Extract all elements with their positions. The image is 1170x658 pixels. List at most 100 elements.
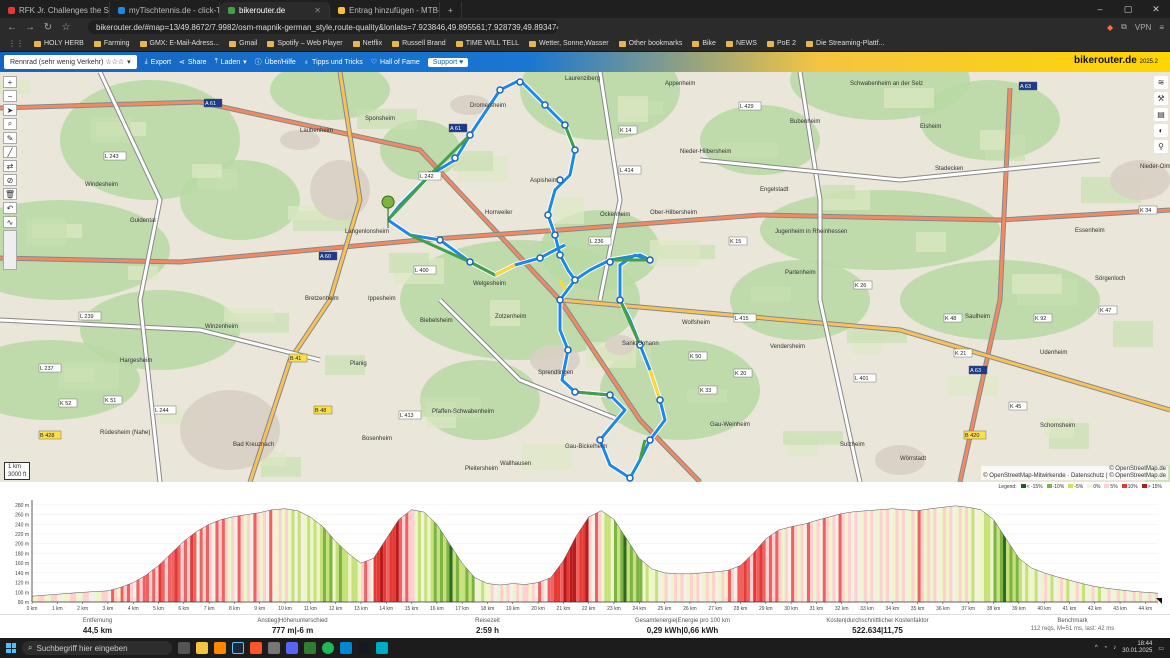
vlc-icon[interactable] [214,642,226,654]
new-tab-button[interactable]: + [440,2,462,18]
marker-icon[interactable]: ⚲ [1154,140,1168,153]
app-icon[interactable] [340,642,352,654]
table-icon[interactable]: ▤ [1154,108,1168,121]
wrench-icon[interactable]: ⚒ [1154,92,1168,105]
route-waypoint[interactable] [466,258,474,266]
search-icon[interactable]: ⌕ [3,118,17,130]
shield-icon[interactable]: ◆ [1107,23,1113,32]
steam-client-icon[interactable] [358,642,370,654]
tray-chevron-icon[interactable]: ^ [1095,645,1098,651]
help-button[interactable]: ⓘ Über/Hilfe [255,57,296,67]
maximize-icon[interactable]: ▢ [1114,0,1142,18]
route-waypoint[interactable] [541,101,549,109]
draw-route-icon[interactable]: ✎ [3,132,17,144]
bookmark-item[interactable]: Russell Brand [392,40,446,47]
apps-icon[interactable]: ⋮⋮ [8,39,24,48]
taskbar-search[interactable]: ⌕ Suchbegriff hier eingeben [22,641,172,655]
bookmark-item[interactable]: Bike [692,40,716,47]
browser-tab[interactable]: Entrag hinzufügen - MTB-News W✕ [330,2,440,18]
browser-tab[interactable]: RFK Jr. Challenges the System W✕ [0,2,110,18]
browser-tab[interactable]: bikerouter.de ✕ [220,2,330,18]
reload-icon[interactable]: ↻ [42,22,54,33]
locate-icon[interactable]: ➤ [3,104,17,116]
route-waypoint[interactable] [536,254,544,262]
bookmark-item[interactable]: GMX: E-Mail-Adress... [139,40,219,47]
bookmark-item[interactable]: PoE 2 [766,40,796,47]
draw-line-icon[interactable]: ╱ [3,146,17,158]
zoom-out-button[interactable]: − [3,90,17,102]
route-waypoint[interactable] [544,211,552,219]
tab-close-icon[interactable]: ✕ [314,6,321,15]
route-waypoint[interactable] [596,436,604,444]
reverse-route-icon[interactable]: ⇄ [3,160,17,172]
app-icon[interactable] [376,642,388,654]
route-waypoint[interactable] [466,131,474,139]
elevation-chart[interactable]: 280 m 260 m 240 m 220 m 200 m 180 m 160 m 140 m… [0,482,1170,614]
app-icon[interactable] [304,642,316,654]
bookmark-item[interactable]: Die Streaming-Plattf... [806,40,885,47]
route-waypoint[interactable] [616,296,624,304]
layers-icon[interactable]: ≋ [1154,76,1168,89]
back-icon[interactable]: ← [6,22,18,33]
route-waypoint[interactable] [571,146,579,154]
export-button[interactable]: ⤓ Export [145,58,171,66]
route-waypoint[interactable] [496,86,504,94]
bookmark-item[interactable]: Gmail [229,40,257,47]
support-button[interactable]: Support ♥ [427,57,469,67]
discord-icon[interactable] [286,642,298,654]
share-button[interactable]: ⋖ Share [179,58,207,67]
route-waypoint[interactable] [551,231,559,239]
network-icon[interactable]: ◔ [1104,645,1108,651]
route-waypoint[interactable] [656,396,664,404]
vpn-button[interactable]: VPN [1135,23,1151,32]
tips-button[interactable]: ♁ Tipps und Tricks [304,59,363,66]
route-waypoint[interactable] [451,154,459,162]
bookmark-item[interactable]: Wetter, Sonne,Wasser [528,40,609,47]
route-waypoint[interactable] [516,78,524,86]
close-icon[interactable]: ✕ [1142,0,1170,18]
route-waypoint[interactable] [626,474,634,482]
opacity-slider[interactable] [3,230,17,270]
bookmark-item[interactable]: Farming [93,40,130,47]
hall-of-fame-button[interactable]: ♡ Hall of Fame [371,58,420,67]
settings-icon[interactable] [268,642,280,654]
windows-start-icon[interactable] [6,643,16,653]
map-canvas[interactable]: Laurenziberg Appenheim Dromersheim Sponshei… [0,72,1170,482]
route-waypoint[interactable] [606,391,614,399]
route-waypoint[interactable] [571,276,579,284]
route-waypoint[interactable] [561,121,569,129]
bookmark-item[interactable]: HOLY HERB [34,40,84,47]
extensions-icon[interactable]: ⧉ [1121,22,1127,32]
no-go-icon[interactable]: ⊘ [3,174,17,186]
elevation-chart-icon[interactable]: ∿ [3,216,17,228]
browser-tab[interactable]: myTischtennis.de - click-TT - Binge✕ [110,2,220,18]
route-waypoint[interactable] [646,436,654,444]
brave-icon[interactable] [250,642,262,654]
load-button[interactable]: ⤒ Laden ▾ [215,58,247,66]
bookmark-item[interactable]: Netflix [352,40,382,47]
route-waypoint[interactable] [606,258,614,266]
route-waypoint[interactable] [436,236,444,244]
route-waypoint[interactable] [556,296,564,304]
route-waypoint[interactable] [564,346,572,354]
forward-icon[interactable]: → [24,22,36,33]
bookmark-item[interactable]: TIME WILL TELL [455,40,519,47]
volume-icon[interactable]: ♪ [1113,645,1116,651]
minimize-icon[interactable]: – [1086,0,1114,18]
bookmark-item[interactable]: Spotify – Web Player [267,40,343,47]
bookmark-item[interactable]: NEWS [725,40,757,47]
undo-icon[interactable]: ↶ [3,202,17,214]
menu-icon[interactable]: ≡ [1159,23,1164,32]
map-view[interactable]: Laurenziberg Appenheim Dromersheim Sponshei… [0,72,1170,482]
bookmark-star-icon[interactable]: ☆ [60,22,72,33]
elevation-profile[interactable]: 280 m 260 m 240 m 220 m 200 m 180 m 160 m 140 m… [0,482,1170,614]
url-field[interactable]: bikerouter.de/#map=13/49.8672/7.9982/osm… [88,20,558,34]
clock[interactable]: 18:44 30.01.2025 [1122,641,1152,655]
bookmark-item[interactable]: Other bookmarks [618,40,682,47]
route-waypoint[interactable] [646,256,654,264]
globe-icon[interactable]: ◐ [1154,124,1168,137]
route-waypoint[interactable] [556,176,564,184]
spotify-icon[interactable] [322,642,334,654]
task-view-icon[interactable] [178,642,190,654]
route-waypoint[interactable] [571,388,579,396]
